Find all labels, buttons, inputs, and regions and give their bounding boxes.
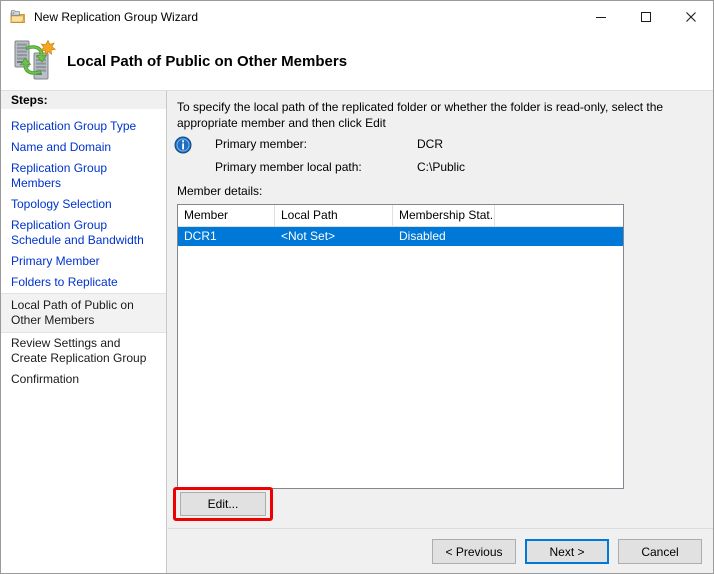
minimize-icon[interactable] <box>578 1 623 32</box>
next-button[interactable]: Next > <box>525 539 609 564</box>
sidebar-footer-area <box>1 528 167 573</box>
cell-local-path: <Not Set> <box>281 229 336 243</box>
column-header-filler <box>495 205 623 226</box>
sidebar-item-replication-group-members[interactable]: Replication Group Members <box>1 158 166 194</box>
column-header-membership-status[interactable]: Membership Stat... <box>393 205 495 226</box>
title-bar: New Replication Group Wizard <box>1 1 713 32</box>
main-panel: To specify the local path of the replica… <box>168 91 713 528</box>
member-details-label: Member details: <box>177 184 263 198</box>
primary-member-info: Primary member: DCR Primary member local… <box>172 133 702 179</box>
wizard-window: New Replication Group Wizard Local Path … <box>0 0 714 574</box>
steps-sidebar: Steps: Replication Group Type Name and D… <box>1 91 167 573</box>
edit-button[interactable]: Edit... <box>180 492 266 516</box>
primary-member-local-path-value: C:\Public <box>417 160 466 174</box>
previous-button[interactable]: < Previous <box>432 539 516 564</box>
page-title: Local Path of Public on Other Members <box>67 52 348 70</box>
sidebar-item-replication-group-type[interactable]: Replication Group Type <box>1 116 166 137</box>
window-title: New Replication Group Wizard <box>34 9 199 24</box>
sidebar-item-review-settings-and-create-replication-group: Review Settings and Create Replication G… <box>11 336 147 365</box>
primary-member-local-path-row: Primary member local path: C:\Public <box>172 156 702 179</box>
primary-member-value: DCR <box>417 137 443 151</box>
replication-folder-icon <box>10 9 26 25</box>
cell-membership-status: Disabled <box>399 229 446 243</box>
sidebar-item-name-and-domain[interactable]: Name and Domain <box>1 137 166 158</box>
table-row[interactable]: DCR1 <Not Set> Disabled <box>178 227 623 246</box>
primary-member-label: Primary member: <box>215 137 308 151</box>
sidebar-item-topology-selection[interactable]: Topology Selection <box>1 194 166 215</box>
replication-servers-icon <box>11 37 59 85</box>
steps-heading: Steps: <box>11 93 48 107</box>
sidebar-item-local-path-of-public-on-other-members[interactable]: Local Path of Public on Other Members <box>1 293 166 333</box>
column-header-local-path[interactable]: Local Path <box>275 205 393 226</box>
cell-member: DCR1 <box>184 229 217 243</box>
primary-member-row: Primary member: DCR <box>172 133 702 156</box>
cancel-button[interactable]: Cancel <box>618 539 702 564</box>
footer-button-group: < Previous Next > Cancel <box>432 539 702 564</box>
caption-button-group <box>578 1 713 32</box>
sidebar-item-folders-to-replicate[interactable]: Folders to Replicate <box>1 272 166 293</box>
sidebar-item-primary-member[interactable]: Primary Member <box>1 251 166 272</box>
primary-member-local-path-label: Primary member local path: <box>215 160 362 174</box>
column-header-member[interactable]: Member <box>178 205 275 226</box>
sidebar-item-replication-group-schedule-and-bandwidth[interactable]: Replication Group Schedule and Bandwidth <box>1 215 166 251</box>
steps-heading-band: Steps: <box>1 91 166 110</box>
wizard-footer: < Previous Next > Cancel <box>168 528 713 573</box>
steps-list: Replication Group Type Name and Domain R… <box>1 110 166 390</box>
table-header-row: Member Local Path Membership Stat... <box>178 205 623 227</box>
instruction-text: To specify the local path of the replica… <box>177 100 664 130</box>
sidebar-item-confirmation: Confirmation <box>11 372 80 386</box>
page-header: Local Path of Public on Other Members <box>1 32 713 90</box>
member-details-list[interactable]: Member Local Path Membership Stat... DCR… <box>177 204 624 489</box>
edit-button-area: Edit... <box>173 487 273 521</box>
close-icon[interactable] <box>668 1 713 32</box>
maximize-icon[interactable] <box>623 1 668 32</box>
